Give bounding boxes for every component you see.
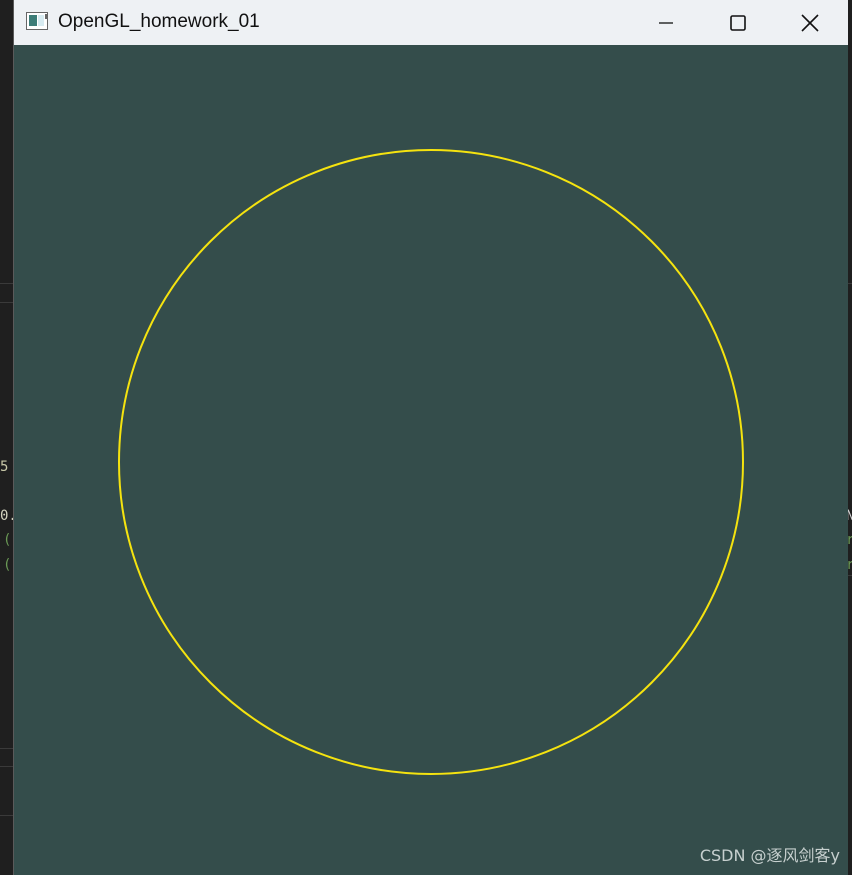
background-code-fragment: ( <box>3 532 12 548</box>
background-code-fragment: ( <box>3 557 12 573</box>
background-divider <box>0 766 13 767</box>
close-icon <box>801 13 819 32</box>
maximize-icon <box>730 14 746 31</box>
background-divider <box>0 283 13 284</box>
background-divider <box>0 302 13 303</box>
title-bar[interactable]: OpenGL_homework_01 <box>14 0 848 45</box>
background-code-fragment: 5 <box>0 459 9 475</box>
opengl-window: OpenGL_homework_01 <box>13 0 848 875</box>
background-divider <box>0 815 13 816</box>
yellow-circle <box>118 149 744 775</box>
watermark: CSDN @逐风剑客y <box>699 846 840 865</box>
viewport-canvas <box>118 149 744 775</box>
window-app-icon <box>26 12 48 30</box>
background-editor-left <box>0 0 13 875</box>
background-divider <box>0 748 13 749</box>
minimize-button[interactable] <box>630 0 702 45</box>
maximize-button[interactable] <box>702 0 774 45</box>
opengl-viewport[interactable] <box>14 45 848 875</box>
close-button[interactable] <box>774 0 846 45</box>
minimize-icon <box>659 21 673 24</box>
window-title: OpenGL_homework_01 <box>58 11 260 32</box>
